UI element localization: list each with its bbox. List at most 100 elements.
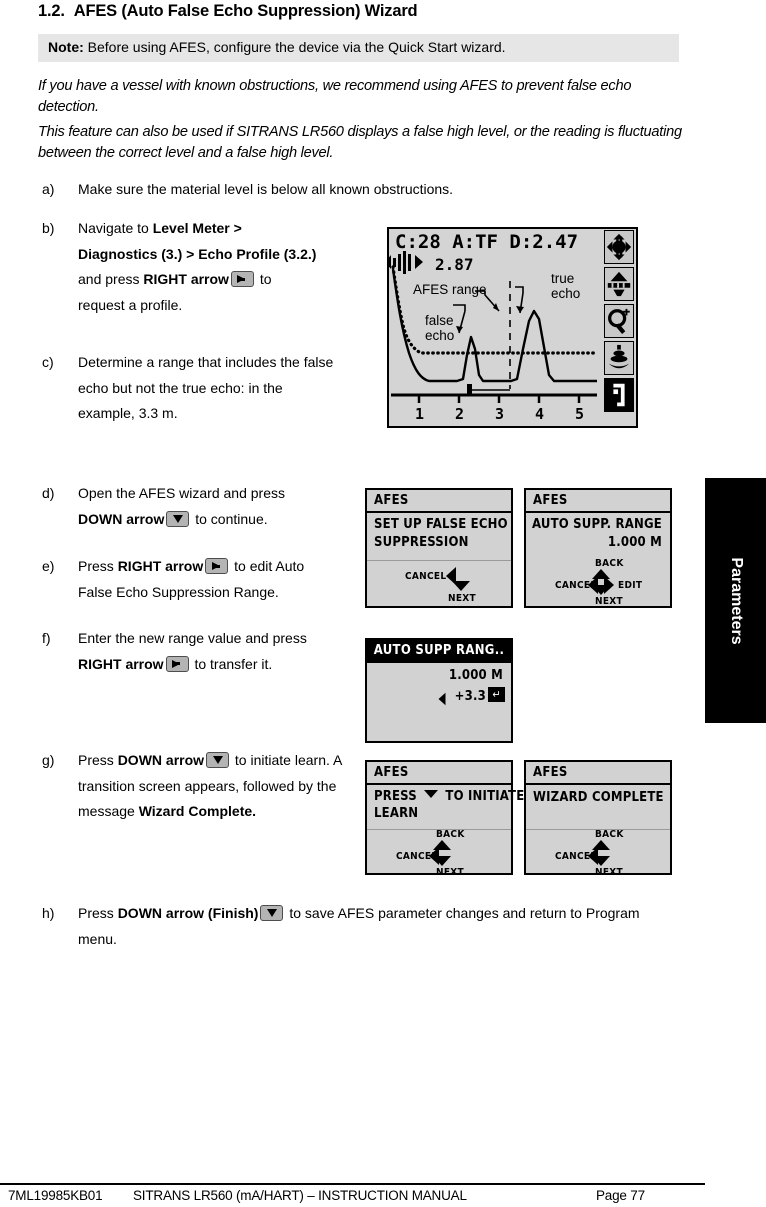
down-arrow-indicator	[433, 856, 451, 866]
down-arrow-indicator	[592, 585, 610, 595]
step-g-t1: Press	[78, 752, 118, 768]
screen1-title-bar: AFES	[367, 490, 511, 513]
screen4-nav-back[interactable]: BACK	[436, 829, 465, 840]
label-true-echo: true echo	[551, 271, 580, 301]
down-arrow-key[interactable]	[260, 905, 284, 921]
left-arrow-indicator	[438, 692, 446, 706]
down-arrow-glyph	[424, 790, 439, 798]
step-f-t1: Enter the new range value and press	[78, 630, 307, 646]
echo-profile-header: C:28 A:TF D:2.47	[395, 231, 579, 253]
step-g-text: Press DOWN arrow to initiate learn. A tr…	[78, 748, 352, 825]
step-h: h) Press DOWN arrow (Finish) to save AFE…	[42, 901, 672, 952]
exit-icon[interactable]	[604, 378, 634, 412]
step-c: c) Determine a range that includes the f…	[42, 350, 342, 427]
side-tab-label: Parameters	[727, 556, 745, 645]
label-true-echo-l1: true	[551, 271, 575, 286]
step-h-t1: Press	[78, 905, 118, 921]
lcd-screen-auto-supp-range: AFES AUTO SUPP. RANGE 1.000 M BACK CANCE…	[524, 488, 672, 608]
step-d-text: Open the AFES wizard and press DOWN arro…	[78, 481, 342, 532]
step-d-marker: d)	[42, 485, 55, 501]
manual-page: 1.2. AFES (Auto False Echo Suppression) W…	[0, 0, 766, 1207]
step-b-marker: b)	[42, 220, 55, 236]
step-e-t1: Press	[78, 558, 118, 574]
screen2-line2: 1.000 M	[607, 535, 662, 550]
right-arrow-key[interactable]	[205, 558, 229, 574]
screen4-line1: PRESS TO INITIATE	[374, 789, 524, 804]
step-b-t1: Navigate to	[78, 220, 153, 236]
screen5-nav-back[interactable]: BACK	[595, 829, 624, 840]
step-g-marker: g)	[42, 752, 55, 768]
step-e-marker: e)	[42, 558, 55, 574]
chapter-side-tab: Parameters	[705, 478, 766, 723]
step-f: f) Enter the new range value and press R…	[42, 626, 352, 677]
screen2-title-bar: AFES	[526, 490, 670, 513]
screen5-nav-next[interactable]: NEXT	[595, 867, 623, 878]
down-arrow-key[interactable]	[166, 510, 190, 527]
lcd-screen-range-edit: AUTO SUPP RANG.. 1.000 M +3.3 ↵	[365, 638, 513, 743]
step-a: a) Make sure the material level is below…	[42, 177, 642, 203]
screen1-nav-next[interactable]: NEXT	[448, 593, 476, 604]
screen1-line2: SUPPRESSION	[374, 535, 469, 550]
screen1-nav-cancel[interactable]: CANCEL	[405, 571, 446, 582]
screen2-nav-next[interactable]: NEXT	[595, 596, 623, 607]
enter-key-icon[interactable]: ↵	[488, 687, 505, 702]
axis-tick-3: 3	[495, 405, 505, 423]
screen2-title: AFES	[533, 493, 568, 508]
step-b-b3: RIGHT arrow	[143, 271, 229, 287]
screen3-title-bar: AUTO SUPP RANG..	[367, 640, 511, 663]
footer-divider	[0, 1183, 705, 1185]
step-e-b1: RIGHT arrow	[117, 558, 204, 574]
zoom-icon[interactable]	[604, 304, 634, 338]
screen2-nav-back[interactable]: BACK	[595, 558, 624, 569]
note-label: Note:	[48, 39, 84, 55]
step-g: g) Press DOWN arrow to initiate learn. A…	[42, 748, 352, 825]
step-c-marker: c)	[42, 354, 54, 370]
step-h-b1: DOWN arrow (Finish)	[117, 905, 259, 921]
section-heading: 1.2. AFES (Auto False Echo Suppression) W…	[38, 2, 678, 21]
screen3-line1: 1.000 M	[448, 668, 503, 683]
step-f-t2: to transfer it.	[190, 655, 273, 672]
screen2-line1: AUTO SUPP. RANGE	[532, 517, 662, 532]
screen3-line2: +3.3	[454, 689, 486, 704]
label-false-echo-l2: echo	[425, 328, 455, 343]
screen4-nav-next[interactable]: NEXT	[436, 867, 464, 878]
screen5-title-bar: AFES	[526, 762, 670, 785]
step-d-t1: Open the AFES wizard and press	[78, 485, 285, 501]
label-afes-range: AFES range	[413, 282, 487, 297]
label-false-echo-l1: false	[425, 313, 454, 328]
step-g-b1: DOWN arrow	[117, 752, 205, 768]
axis-tick-1: 1	[415, 405, 425, 423]
step-e: e) Press RIGHT arrow to edit Auto False …	[42, 554, 342, 605]
label-true-echo-l2: echo	[551, 286, 581, 301]
screen4-title: AFES	[374, 765, 409, 780]
screen2-nav-edit[interactable]: EDIT	[618, 580, 642, 591]
step-d-t2: to continue.	[191, 510, 268, 527]
axis-tick-2: 2	[455, 405, 465, 423]
step-b-b1: Level Meter >	[152, 220, 242, 236]
echo-icon[interactable]	[604, 341, 634, 375]
screen5-title: AFES	[533, 765, 568, 780]
crosshair-icon[interactable]	[604, 230, 634, 264]
footer-page-number: Page 77	[596, 1188, 645, 1203]
screen1-divider	[367, 560, 511, 561]
label-false-echo: false echo	[425, 313, 454, 343]
footer-title: SITRANS LR560 (mA/HART) – INSTRUCTION MA…	[133, 1188, 467, 1203]
down-arrow-key[interactable]	[206, 752, 230, 768]
level-icon[interactable]	[604, 267, 634, 301]
right-arrow-key[interactable]	[230, 271, 254, 287]
intro-paragraph-2: This feature can also be used if SITRANS…	[38, 124, 682, 161]
step-b-b2: Diagnostics (3.) > Echo Profile (3.2.)	[78, 245, 317, 262]
screen5-line1: WIZARD COMPLETE	[533, 790, 664, 805]
step-d-b1: DOWN arrow	[78, 510, 165, 527]
section-number: 1.2.	[38, 2, 65, 20]
step-b-t2: and press	[78, 271, 144, 287]
right-arrow-key[interactable]	[165, 655, 189, 672]
step-b-t3: to	[255, 271, 272, 287]
down-arrow-indicator	[452, 581, 470, 591]
step-f-marker: f)	[42, 630, 51, 646]
step-d: d) Open the AFES wizard and press DOWN a…	[42, 481, 342, 532]
footer-document-code: 7ML19985KB01	[8, 1188, 103, 1203]
step-f-text: Enter the new range value and press RIGH…	[78, 626, 352, 677]
step-f-b1: RIGHT arrow	[78, 655, 164, 672]
step-b-text: Navigate to Level Meter > Diagnostics (3…	[78, 216, 342, 318]
